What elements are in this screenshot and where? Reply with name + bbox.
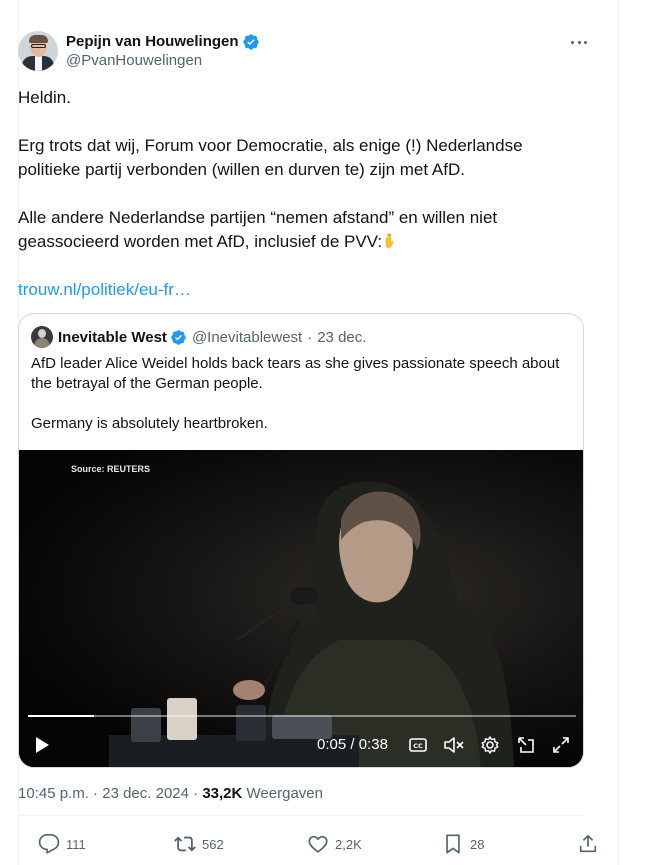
tweet-paragraph: Heldin.: [18, 88, 71, 107]
video-timecode: 0:05 / 0:38: [317, 730, 388, 760]
divider: [18, 815, 584, 816]
video-progress-fill: [28, 715, 94, 717]
repost-icon: [174, 836, 196, 852]
meta-separator: ·: [188, 785, 203, 802]
video-current-time: 0:05: [317, 736, 347, 753]
settings-gear-icon[interactable]: [478, 730, 502, 760]
quoted-tweet[interactable]: Inevitable West @Inevitablewest · 23 dec…: [18, 313, 584, 768]
video-progress-bar[interactable]: [28, 715, 576, 717]
verified-badge-icon: [171, 329, 186, 345]
tweet-meta: 10:45 p.m. · 23 dec. 2024 · 33,2K Weerga…: [18, 785, 323, 802]
view-count[interactable]: 33,2K: [202, 785, 242, 802]
author-handle[interactable]: @PvanHouwelingen: [66, 51, 260, 70]
quote-handle[interactable]: @Inevitablewest: [192, 329, 302, 346]
author-avatar[interactable]: [18, 31, 58, 71]
share-icon: [579, 834, 597, 853]
video-source-label: Source: REUTERS: [71, 464, 151, 474]
repost-count: 562: [202, 836, 224, 852]
picture-in-picture-icon[interactable]: [514, 730, 538, 760]
tweet-author[interactable]: Pepijn van Houwelingen @PvanHouwelingen: [18, 30, 260, 72]
tweet-date[interactable]: 23 dec. 2024: [102, 785, 189, 802]
bookmark-icon: [446, 834, 460, 854]
more-options-icon[interactable]: [568, 33, 590, 51]
author-display-name[interactable]: Pepijn van Houwelingen: [66, 32, 239, 51]
captions-icon[interactable]: CC: [406, 730, 430, 760]
bookmark-count: 28: [470, 836, 485, 852]
quote-paragraph: Germany is absolutely heartbroken.: [31, 415, 268, 432]
reply-count: 111: [66, 836, 86, 852]
action-bar: 111 562 2,2K 28: [18, 829, 598, 859]
video-player[interactable]: Source: REUTERS 0:05 / 0:38 CC: [19, 450, 583, 767]
quote-author-avatar[interactable]: [31, 326, 53, 348]
like-count: 2,2K: [335, 836, 362, 852]
pointing-down-hand-icon: [385, 233, 394, 249]
bookmark-button[interactable]: 28: [442, 829, 484, 859]
reply-icon: [38, 834, 60, 854]
tweet-link[interactable]: trouw.nl/politiek/eu-fr…: [18, 280, 191, 299]
tweet-time[interactable]: 10:45 p.m.: [18, 785, 89, 802]
quote-text: AfD leader Alice Weidel holds back tears…: [31, 354, 571, 434]
meta-separator: ·: [88, 785, 103, 802]
video-frame: [109, 481, 514, 767]
quote-separator: ·: [307, 328, 313, 346]
quote-paragraph: AfD leader Alice Weidel holds back tears…: [31, 355, 560, 392]
fullscreen-icon[interactable]: [549, 730, 573, 760]
quote-display-name[interactable]: Inevitable West: [58, 329, 167, 346]
reply-button[interactable]: 111: [38, 829, 86, 859]
view-label: Weergaven: [246, 785, 323, 802]
tweet-paragraph: Alle andere Nederlandse partijen “nemen …: [18, 208, 498, 251]
tweet-text: Heldin. Erg trots dat wij, Forum voor De…: [18, 86, 578, 302]
mute-icon[interactable]: [442, 730, 466, 760]
share-button[interactable]: [577, 829, 599, 859]
video-time-separator: /: [346, 736, 359, 753]
play-icon[interactable]: [29, 730, 55, 760]
verified-badge-icon: [242, 33, 259, 50]
like-button[interactable]: 2,2K: [307, 829, 362, 859]
video-duration: 0:38: [358, 736, 388, 753]
svg-text:CC: CC: [413, 742, 423, 750]
repost-button[interactable]: 562: [174, 829, 224, 859]
heart-icon: [308, 835, 328, 853]
tweet-paragraph: Erg trots dat wij, Forum voor Democratie…: [18, 136, 523, 179]
quote-date[interactable]: 23 dec.: [317, 329, 366, 346]
